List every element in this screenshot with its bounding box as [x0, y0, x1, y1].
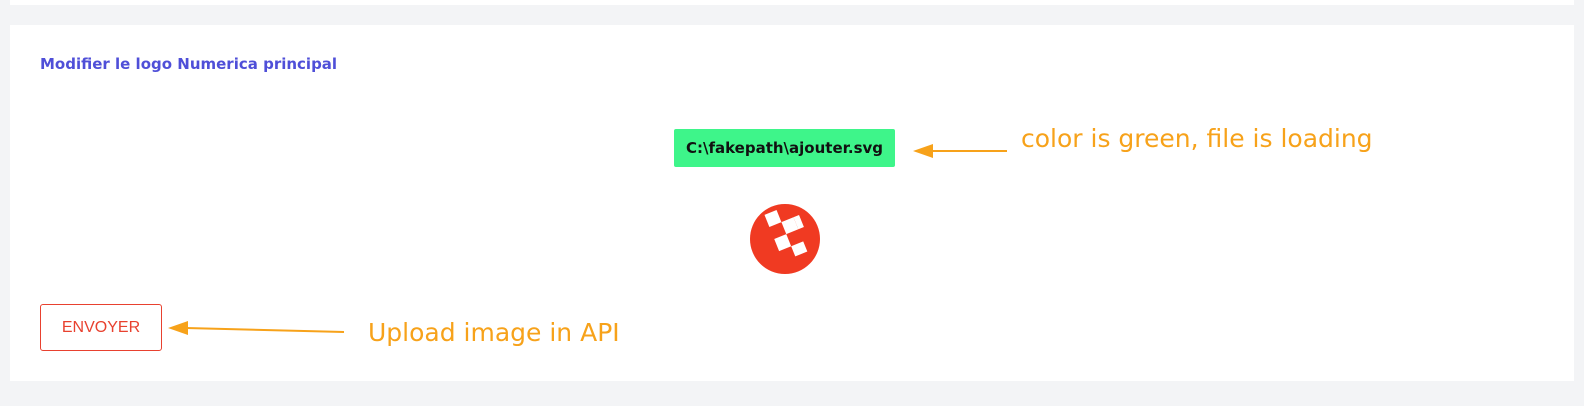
numerica-logo-icon	[750, 204, 820, 274]
upload-api-annotation: Upload image in API	[368, 318, 620, 347]
section-title: Modifier le logo Numerica principal	[40, 55, 338, 73]
send-button[interactable]: ENVOYER	[40, 304, 162, 351]
file-upload-button[interactable]: C:\fakepath\ajouter.svg	[674, 129, 895, 167]
file-loading-annotation: color is green, file is loading	[1021, 124, 1373, 153]
logo-settings-card: Modifier le logo Numerica principal C:\f…	[10, 25, 1574, 381]
previous-card-edge	[10, 0, 1574, 5]
